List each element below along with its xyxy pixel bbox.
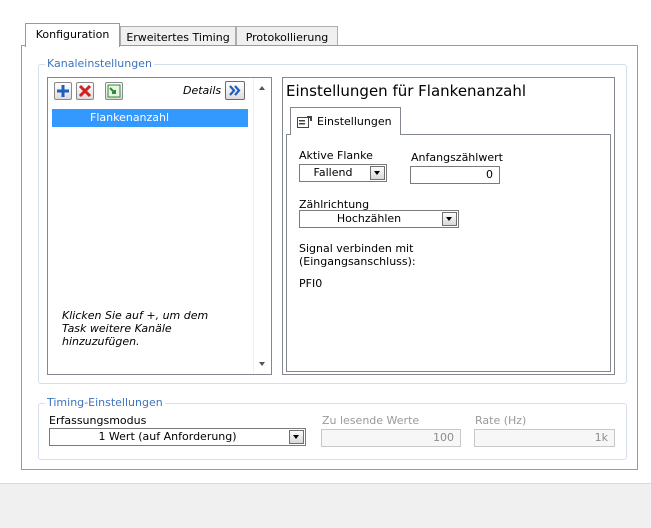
add-channel-button[interactable]: [54, 82, 72, 100]
active-edge-value: Fallend: [313, 166, 353, 179]
scroll-down-icon[interactable]: [259, 362, 265, 366]
chevron-down-icon[interactable]: [442, 212, 457, 226]
active-edge-select[interactable]: Fallend: [299, 164, 387, 182]
rate-label: Rate (Hz): [475, 414, 527, 427]
remove-channel-button[interactable]: [76, 82, 94, 100]
bottom-bar: [0, 483, 651, 528]
tab-konfiguration[interactable]: Konfiguration: [25, 23, 120, 47]
tab-protokollierung[interactable]: Protokollierung: [236, 26, 338, 47]
samples-to-read-label: Zu lesende Werte: [322, 414, 420, 427]
tab-erweitertes-timing[interactable]: Erweitertes Timing: [120, 26, 236, 47]
channel-settings-panel: Einstellungen für Flankenanzahl Einstell…: [282, 77, 615, 375]
timing-settings-legend: Timing-Einstellungen: [45, 396, 165, 410]
settings-tab-label: Einstellungen: [317, 115, 392, 128]
acquisition-mode-value: 1 Wert (auf Anforderung): [98, 430, 237, 443]
samples-to-read-field[interactable]: 100: [321, 429, 461, 447]
settings-tab-panel: Aktive Flanke Fallend Anfangszählwert 0 …: [286, 134, 611, 372]
channel-list-scrollbar[interactable]: [253, 78, 271, 374]
channel-list-item[interactable]: Flankenanzahl: [52, 109, 248, 127]
channel-list[interactable]: Details Flankenanzahl Klicken Sie auf +,…: [47, 77, 272, 375]
details-label: Details: [183, 84, 222, 97]
channel-settings-legend: Kanaleinstellungen: [45, 57, 154, 71]
channel-edit-icon: [107, 84, 121, 98]
initial-count-label: Anfangszählwert: [411, 151, 503, 164]
tab-einstellungen[interactable]: Einstellungen: [290, 107, 401, 135]
settings-title: Einstellungen für Flankenanzahl: [286, 82, 526, 100]
active-edge-label: Aktive Flanke: [299, 149, 373, 162]
acquisition-mode-select[interactable]: 1 Wert (auf Anforderung): [49, 428, 306, 446]
signal-connection-value: PFI0: [299, 277, 323, 290]
chevron-down-icon[interactable]: [370, 166, 385, 180]
count-direction-select[interactable]: Hochzählen: [299, 210, 459, 228]
rate-field[interactable]: 1k: [474, 429, 615, 447]
signal-connection-label: Signal verbinden mit (Eingangsanschluss)…: [299, 242, 416, 268]
details-button[interactable]: [225, 81, 245, 100]
channel-edit-button[interactable]: [105, 82, 123, 100]
chevron-down-icon[interactable]: [289, 430, 304, 444]
double-chevron-right-icon: [229, 85, 241, 96]
add-channel-hint: Klicken Sie auf +, um dem Task weitere K…: [62, 309, 209, 348]
initial-count-field[interactable]: 0: [410, 166, 500, 184]
count-direction-value: Hochzählen: [336, 212, 402, 225]
acquisition-mode-label: Erfassungsmodus: [49, 414, 147, 427]
scroll-up-icon[interactable]: [259, 86, 265, 90]
add-icon: [57, 85, 69, 97]
settings-icon: [297, 116, 312, 128]
remove-icon: [78, 84, 92, 98]
